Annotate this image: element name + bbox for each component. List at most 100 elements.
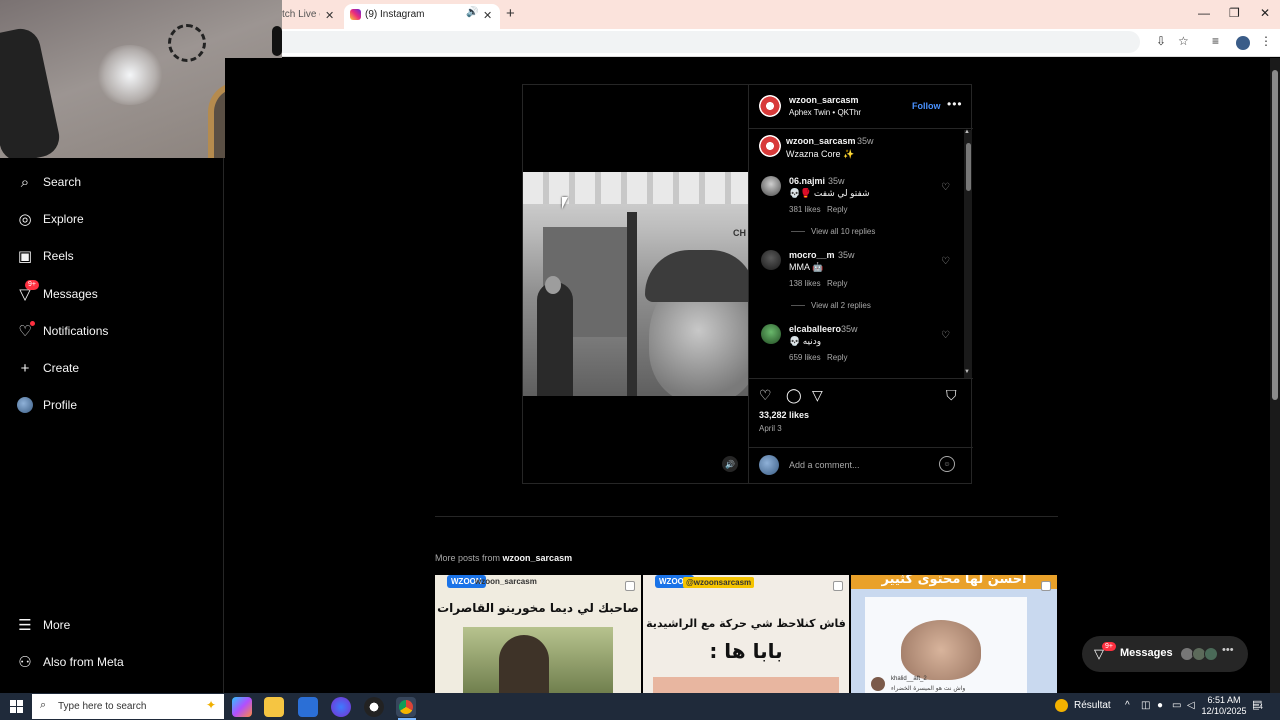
sidebar-item-profile[interactable]: Profile: [16, 393, 206, 417]
sidebar-item-explore[interactable]: ◎ Explore: [16, 207, 206, 231]
comment-icon[interactable]: ◯: [786, 387, 802, 404]
recording-app-icon[interactable]: [364, 697, 384, 717]
tab-previous-close-icon[interactable]: ✕: [325, 9, 334, 22]
post-media[interactable]: CH 🔊: [523, 85, 748, 483]
comment-like-icon[interactable]: ♡: [941, 256, 950, 267]
page-scroll-thumb[interactable]: [1272, 70, 1278, 400]
browser-menu-icon[interactable]: ⋮: [1260, 34, 1272, 48]
chrome-app-icon[interactable]: [396, 697, 416, 717]
more-posts-username[interactable]: wzoon_sarcasm: [503, 553, 573, 563]
browser-profile-avatar[interactable]: [1236, 36, 1250, 50]
likes-count[interactable]: 33,282 likes: [759, 410, 809, 420]
meta-apps-icon: ⚇: [18, 654, 32, 671]
comment-username[interactable]: 06.najmi: [789, 176, 825, 186]
post-thumbnail[interactable]: احسن لها محتوى كثيير khalid__aft_2 واش ن…: [851, 575, 1057, 693]
bookmark-star-icon[interactable]: ☆: [1178, 34, 1189, 48]
follow-button[interactable]: Follow: [912, 101, 941, 111]
tray-chevron-icon[interactable]: ^: [1125, 700, 1130, 711]
comment-likes[interactable]: 381 likes: [789, 205, 821, 214]
view-replies-button[interactable]: View all 2 replies: [791, 301, 871, 310]
save-bookmark-icon[interactable]: ⛉: [946, 387, 957, 404]
avatar[interactable]: [759, 95, 781, 117]
media-controls-icon[interactable]: ≡: [1212, 34, 1219, 48]
reply-button[interactable]: Reply: [827, 205, 847, 214]
microphone-icon[interactable]: ●: [1157, 700, 1163, 711]
avatar[interactable]: [761, 250, 781, 270]
like-icon[interactable]: ♡: [759, 387, 772, 404]
tile-commenter: khalid__aft_2: [891, 676, 927, 682]
tab-previous[interactable]: tch Live cr ✕: [282, 7, 342, 23]
close-window-button[interactable]: ✕: [1260, 6, 1270, 20]
post-card: CH 🔊 wzoon_sarcasm Aphex Twin • QKThr Fo…: [522, 84, 973, 484]
tab-audio-icon[interactable]: 🔊: [466, 7, 478, 18]
scroll-down-arrow-icon[interactable]: ▼: [964, 369, 970, 375]
install-app-icon[interactable]: ⇩: [1156, 34, 1166, 48]
post-audio[interactable]: Aphex Twin • QKThr: [789, 108, 861, 117]
sidebar-item-more[interactable]: ☰ More: [16, 613, 206, 637]
emoji-icon[interactable]: ☺: [939, 456, 955, 472]
tab-instagram-close-icon[interactable]: ✕: [483, 9, 492, 22]
comment-username[interactable]: mocro__m: [789, 250, 835, 260]
sidebar-item-reels[interactable]: ▣ Reels: [16, 244, 206, 268]
comment-like-icon[interactable]: ♡: [941, 330, 950, 341]
tab-instagram[interactable]: (9) Instagram 🔊 ✕: [344, 4, 500, 29]
avatar[interactable]: [761, 176, 781, 196]
comment-input[interactable]: Add a comment...: [789, 460, 860, 470]
sidebar-item-notifications[interactable]: ♡ Notifications: [16, 319, 206, 343]
more-options-icon[interactable]: •••: [947, 97, 963, 111]
comments-scroll-thumb[interactable]: [966, 143, 971, 191]
minimize-button[interactable]: —: [1198, 6, 1210, 20]
comment-like-icon[interactable]: ♡: [941, 182, 950, 193]
reply-button[interactable]: Reply: [827, 353, 847, 362]
comment-likes[interactable]: 138 likes: [789, 279, 821, 288]
windows-start-icon[interactable]: [10, 700, 23, 713]
tray-app-icon[interactable]: ◫: [1141, 700, 1150, 711]
plus-icon: +: [20, 359, 30, 377]
volume-icon[interactable]: ◁: [1187, 700, 1195, 711]
view-replies-button[interactable]: View all 10 replies: [791, 227, 875, 236]
post-sidebar: wzoon_sarcasm Aphex Twin • QKThr Follow …: [748, 85, 973, 483]
notification-count: 4: [1259, 704, 1263, 711]
comments-list[interactable]: wzoon_sarcasm 35w Wzazna Core ✨ 06.najmi…: [749, 130, 965, 378]
restore-button[interactable]: ❐: [1229, 6, 1240, 20]
instagram-favicon-icon: [350, 9, 361, 20]
sidebar-item-search[interactable]: ⌕ Search: [16, 170, 206, 194]
sidebar-item-messages[interactable]: ▽ 9+ Messages: [16, 280, 206, 306]
notification-center-icon[interactable]: ▤ 4: [1252, 698, 1266, 712]
avatar: [871, 677, 885, 691]
new-tab-button[interactable]: +: [506, 5, 515, 22]
messages-floating-button[interactable]: ▽ 9+ Messages •••: [1082, 636, 1248, 672]
store-icon[interactable]: [298, 697, 318, 717]
browser-app-icon[interactable]: [331, 697, 351, 717]
caption-time: 35w: [857, 136, 874, 146]
post-username[interactable]: wzoon_sarcasm: [789, 95, 859, 105]
avatar[interactable]: [759, 135, 781, 157]
scroll-up-arrow-icon[interactable]: ▲: [964, 129, 970, 135]
taskbar-search[interactable]: ⌕ Type here to search ✦: [32, 694, 224, 719]
tile-comment: واش نت هو الميسرة الخضراء: [891, 685, 966, 692]
post-thumbnail[interactable]: WZOON @wzoonsarcasm فاش كنلاحظ شي حركة م…: [643, 575, 849, 693]
file-explorer-icon[interactable]: [264, 697, 284, 717]
taskbar-clock[interactable]: 6:51 AM 12/10/2025: [1199, 695, 1249, 717]
comment-likes[interactable]: 659 likes: [789, 353, 821, 362]
sidebar-item-also-from-meta[interactable]: ⚇ Also from Meta: [16, 650, 206, 674]
page-scrollbar[interactable]: [1270, 58, 1280, 693]
instagram-sidebar: ⌕ Search ◎ Explore ▣ Reels ▽ 9+ Messages …: [0, 158, 224, 693]
copilot-icon[interactable]: [232, 697, 252, 717]
clock-time: 6:51 AM: [1207, 695, 1241, 705]
address-bar[interactable]: [282, 31, 1140, 53]
mute-toggle-icon[interactable]: 🔊: [722, 456, 738, 472]
network-icon[interactable]: ▭: [1172, 700, 1181, 711]
post-thumbnail[interactable]: WZOON wzoon_sarcasm صاحبك لي ديما مخورين…: [435, 575, 641, 693]
share-icon[interactable]: ▽: [812, 387, 823, 404]
sidebar-item-create[interactable]: + Create: [16, 356, 206, 380]
caption-username[interactable]: wzoon_sarcasm: [786, 136, 856, 146]
avatar[interactable]: [761, 324, 781, 344]
comment-text: MMA 🤖: [789, 262, 824, 272]
search-icon: ⌕: [40, 699, 47, 711]
taskbar-search-input[interactable]: Type here to search: [58, 701, 146, 712]
weather-widget[interactable]: Résultat: [1055, 699, 1111, 712]
reply-button[interactable]: Reply: [827, 279, 847, 288]
comment-username[interactable]: elcaballeero: [789, 324, 841, 334]
windows-taskbar: ⌕ Type here to search ✦ Résultat ^ ◫ ● ▭…: [0, 693, 1280, 720]
